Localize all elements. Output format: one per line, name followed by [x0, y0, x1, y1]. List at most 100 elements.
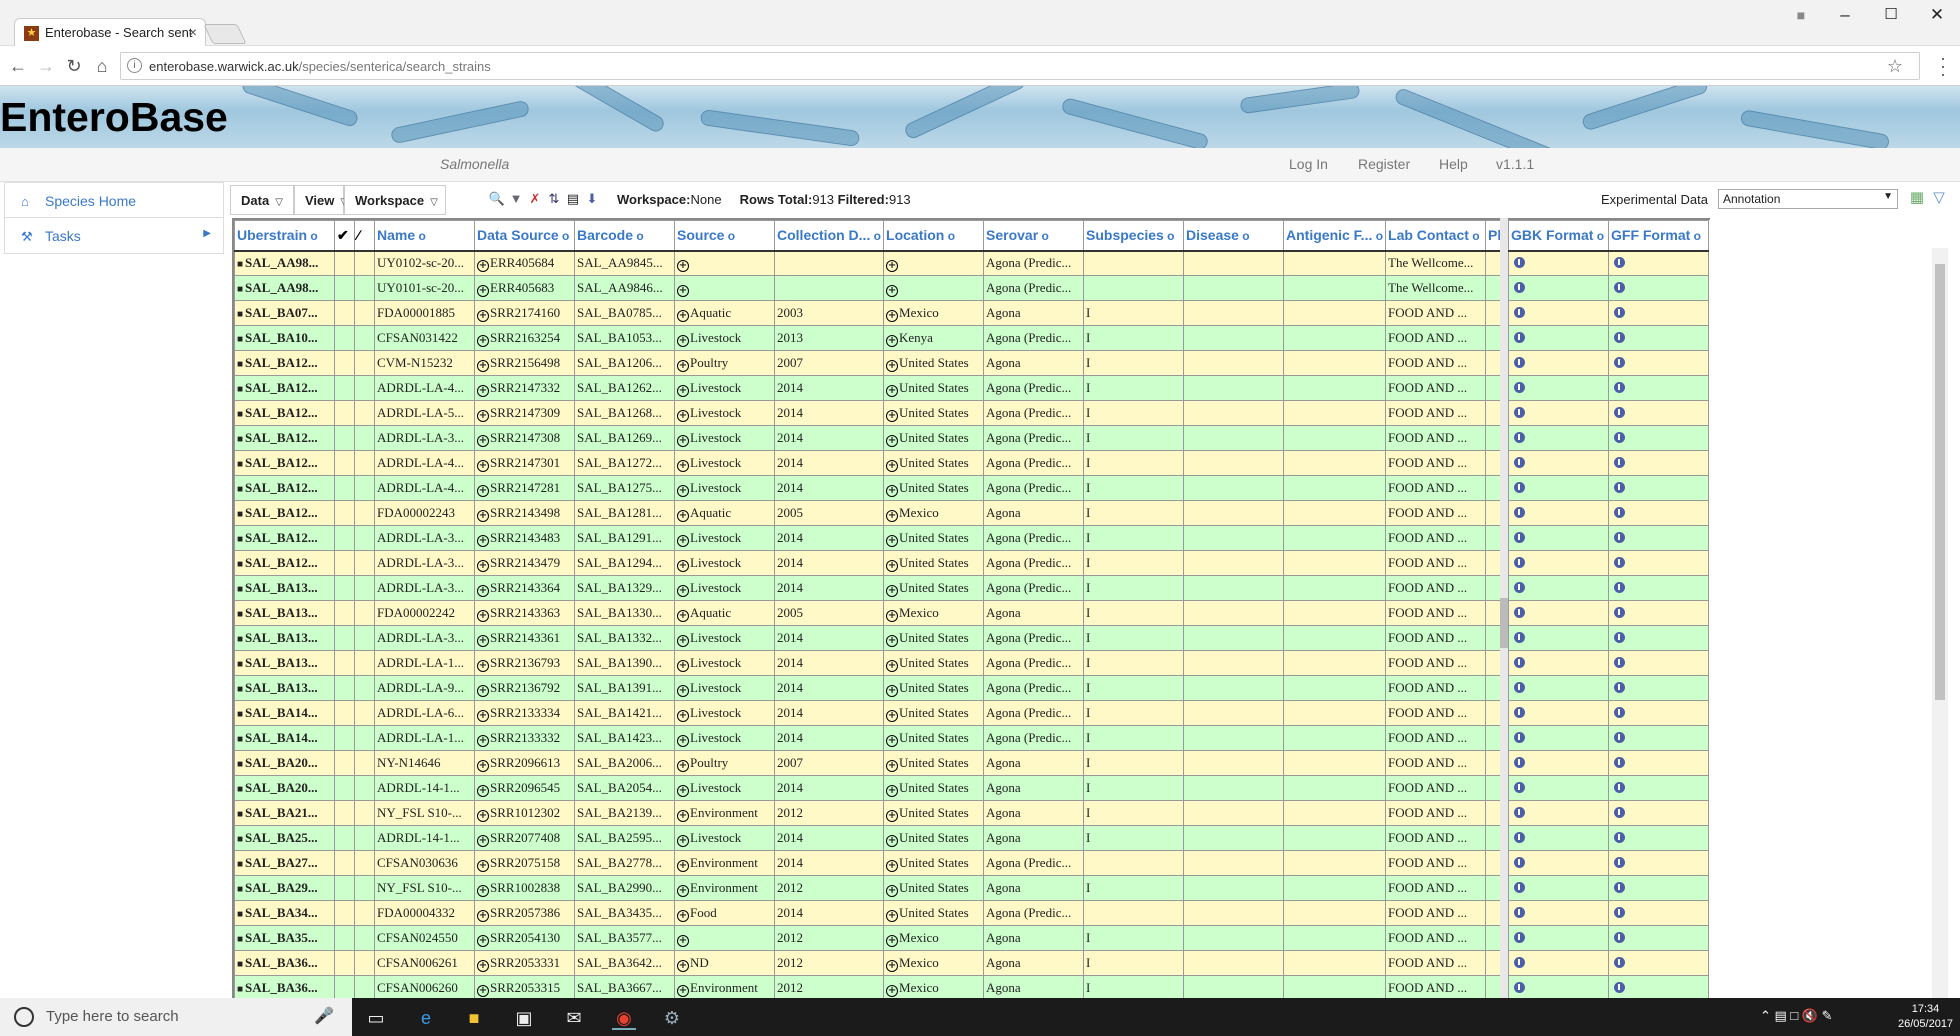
data-source-cell[interactable]: + SRR2143483 [474, 525, 575, 551]
expand-circle-icon[interactable]: + [677, 534, 689, 547]
uberstrain-cell[interactable]: SAL_BA20... [234, 775, 335, 801]
uberstrain-cell[interactable]: SAL_BA12... [234, 400, 335, 426]
edit-cell[interactable] [354, 825, 375, 851]
download-icon[interactable] [1614, 332, 1625, 343]
uberstrain-cell[interactable]: SAL_BA13... [234, 650, 335, 676]
expand-circle-icon[interactable]: + [677, 984, 689, 997]
uberstrain-cell[interactable]: SAL_BA36... [234, 950, 335, 976]
column-header[interactable]: Name o [374, 220, 475, 252]
table-row[interactable]: SAL_BA12...FDA00002243+SRR2143498SAL_BA1… [234, 500, 1509, 526]
expand-circle-icon[interactable]: + [677, 709, 689, 722]
expand-circle-icon[interactable]: + [477, 459, 489, 472]
data-source-cell[interactable]: + SRR2147308 [474, 425, 575, 451]
expand-circle-icon[interactable]: + [677, 559, 689, 572]
location-cell[interactable]: + United States [883, 375, 985, 401]
source-cell[interactable]: + Aquatic [674, 500, 775, 526]
select-cell[interactable] [334, 325, 355, 351]
download-icon[interactable] [1614, 932, 1625, 943]
gff-download-cell[interactable] [1608, 850, 1709, 876]
gbk-download-cell[interactable] [1508, 900, 1609, 926]
expand-circle-icon[interactable]: + [886, 859, 899, 872]
expand-circle-icon[interactable]: + [677, 284, 689, 297]
select-cell[interactable] [334, 525, 355, 551]
table-row[interactable] [1508, 275, 1709, 301]
data-source-cell[interactable]: + SRR2075158 [474, 850, 575, 876]
expand-circle-icon[interactable]: + [886, 284, 899, 297]
table-row[interactable]: SAL_BA12...ADRDL-LA-4...+SRR2147301SAL_B… [234, 450, 1509, 476]
download-icon[interactable] [1514, 982, 1525, 993]
gbk-download-cell[interactable] [1508, 525, 1609, 551]
experimental-data-select[interactable]: Annotation ▼ [1718, 189, 1898, 209]
location-cell[interactable]: + Mexico [883, 500, 985, 526]
login-link[interactable]: Log In [1289, 156, 1328, 172]
download-icon[interactable] [1514, 307, 1525, 318]
expand-circle-icon[interactable]: + [677, 734, 689, 747]
column-header[interactable]: Subspecies o [1083, 220, 1185, 252]
download-icon[interactable] [1614, 682, 1625, 693]
data-source-cell[interactable]: + SRR2143361 [474, 625, 575, 651]
select-cell[interactable] [334, 625, 355, 651]
data-source-cell[interactable]: + SRR2143498 [474, 500, 575, 526]
table-row[interactable]: SAL_BA13...ADRDL-LA-1...+SRR2136793SAL_B… [234, 650, 1509, 676]
gff-download-cell[interactable] [1608, 675, 1709, 701]
expand-circle-icon[interactable]: + [677, 334, 689, 347]
expand-circle-icon[interactable]: + [477, 709, 489, 722]
download-icon[interactable] [1514, 632, 1525, 643]
select-cell[interactable] [334, 475, 355, 501]
download-icon[interactable] [1614, 632, 1625, 643]
table-row[interactable] [1508, 750, 1709, 776]
data-source-cell[interactable]: + SRR2147281 [474, 475, 575, 501]
expand-circle-icon[interactable]: + [677, 384, 689, 397]
gff-download-cell[interactable] [1608, 800, 1709, 826]
sort-icon[interactable]: o [1038, 229, 1049, 243]
gff-download-cell[interactable] [1608, 950, 1709, 976]
source-cell[interactable]: + [674, 925, 775, 951]
source-cell[interactable]: + Poultry [674, 350, 775, 376]
gff-download-cell[interactable] [1608, 350, 1709, 376]
gff-download-cell[interactable] [1608, 475, 1709, 501]
uberstrain-cell[interactable]: SAL_BA36... [234, 975, 335, 998]
view-menu-button[interactable]: View▽ [294, 185, 348, 215]
download-icon[interactable] [1614, 557, 1625, 568]
gff-download-cell[interactable] [1608, 425, 1709, 451]
source-cell[interactable]: + Livestock [674, 325, 775, 351]
location-cell[interactable]: + United States [883, 875, 985, 901]
gbk-download-cell[interactable] [1508, 725, 1609, 751]
uberstrain-cell[interactable]: SAL_BA12... [234, 425, 335, 451]
location-cell[interactable]: + United States [883, 450, 985, 476]
source-cell[interactable]: + Environment [674, 975, 775, 998]
table-row[interactable]: SAL_BA29...NY_FSL S10-...+SRR1002838SAL_… [234, 875, 1509, 901]
expand-circle-icon[interactable]: + [477, 584, 489, 597]
bookmark-star-icon[interactable]: ☆ [1887, 56, 1903, 77]
select-cell[interactable] [334, 350, 355, 376]
table-row[interactable]: SAL_BA13...FDA00002242+SRR2143363SAL_BA1… [234, 600, 1509, 626]
gff-download-cell[interactable] [1608, 725, 1709, 751]
download-icon[interactable] [1614, 482, 1625, 493]
data-source-cell[interactable]: + ERR405683 [474, 275, 575, 301]
expand-circle-icon[interactable]: + [886, 559, 899, 572]
uberstrain-cell[interactable]: SAL_BA12... [234, 550, 335, 576]
expand-circle-icon[interactable]: + [886, 984, 899, 997]
table-row[interactable]: SAL_BA21...NY_FSL S10-...+SRR1012302SAL_… [234, 800, 1509, 826]
download-icon[interactable] [1514, 832, 1525, 843]
gbk-download-cell[interactable] [1508, 275, 1609, 301]
edit-cell[interactable] [354, 700, 375, 726]
uberstrain-cell[interactable]: SAL_BA29... [234, 875, 335, 901]
expand-circle-icon[interactable]: + [677, 434, 689, 447]
grid-icon[interactable]: ▦ [1906, 188, 1928, 208]
download-icon[interactable] [1614, 657, 1625, 668]
table-row[interactable]: SAL_BA13...ADRDL-LA-3...+SRR2143361SAL_B… [234, 625, 1509, 651]
expand-circle-icon[interactable]: + [477, 359, 489, 372]
table-row[interactable]: SAL_BA20...ADRDL-14-1...+SRR2096545SAL_B… [234, 775, 1509, 801]
uberstrain-cell[interactable]: SAL_BA12... [234, 500, 335, 526]
sort-icon[interactable]: o [1469, 229, 1479, 243]
gff-download-cell[interactable] [1608, 600, 1709, 626]
select-cell[interactable] [334, 300, 355, 326]
sort-icon[interactable]: o [870, 229, 881, 243]
edit-cell[interactable] [354, 500, 375, 526]
edit-cell[interactable] [354, 325, 375, 351]
column-header[interactable]: Data Source o [474, 220, 575, 252]
location-cell[interactable]: + Mexico [883, 300, 985, 326]
select-cell[interactable] [334, 600, 355, 626]
select-cell[interactable] [334, 875, 355, 901]
